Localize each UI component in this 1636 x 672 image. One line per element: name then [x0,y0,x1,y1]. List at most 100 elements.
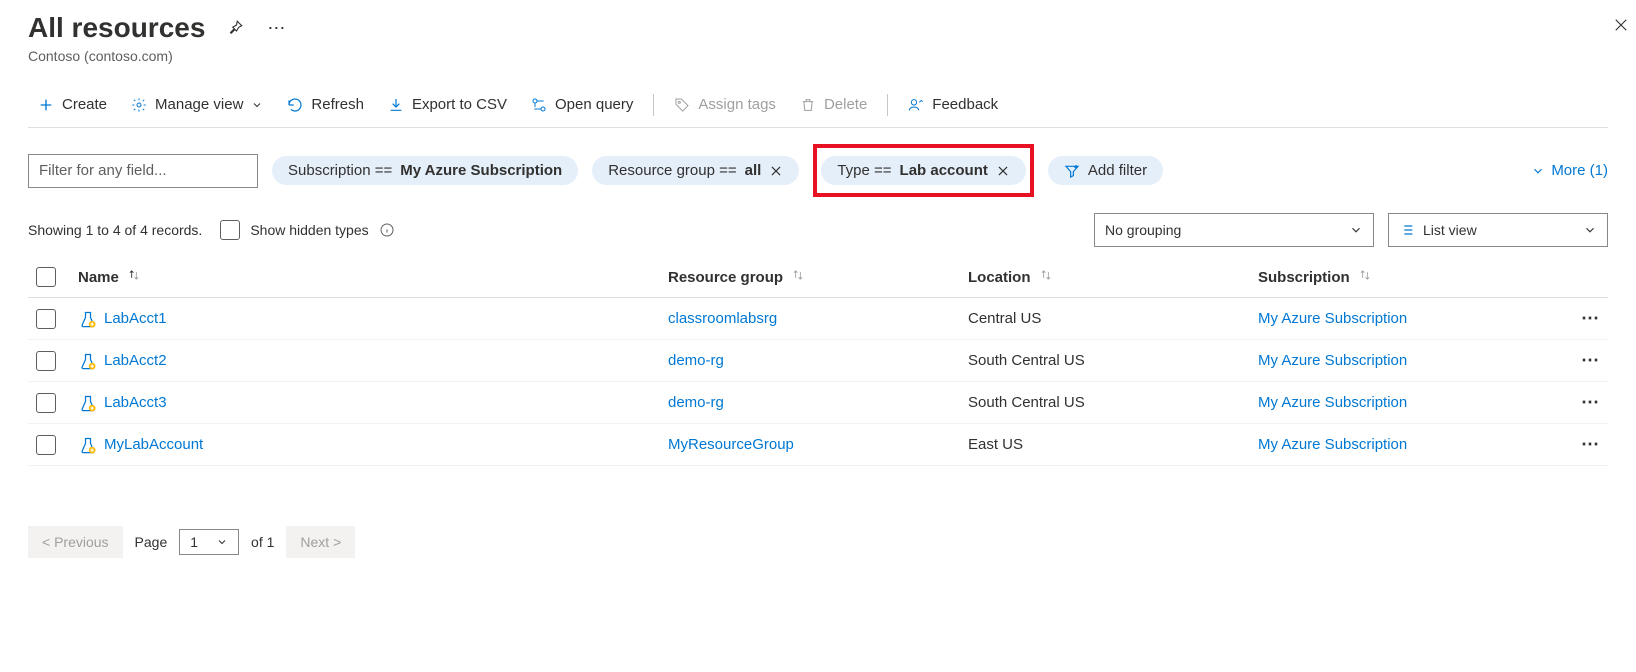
resource-name-link[interactable]: LabAcct1 [104,310,167,327]
grouping-dropdown[interactable]: No grouping [1094,213,1374,247]
column-rg-label: Resource group [668,269,783,286]
lab-account-icon [78,394,96,412]
prev-page-button: < Previous [28,526,123,558]
remove-filter-icon[interactable] [769,164,783,178]
location-value: South Central US [968,394,1085,411]
row-more-icon[interactable]: ⋯ [1581,434,1600,454]
close-icon[interactable] [1612,16,1630,34]
row-more-icon[interactable]: ⋯ [1581,350,1600,370]
page-dropdown[interactable]: 1 [179,529,239,555]
create-button[interactable]: Create [28,90,117,119]
refresh-label: Refresh [311,96,364,113]
add-filter-label: Add filter [1088,162,1147,179]
manage-view-label: Manage view [155,96,243,113]
column-name-label: Name [78,269,119,286]
resource-name-link[interactable]: MyLabAccount [104,436,203,453]
toolbar-separator [887,94,888,116]
export-csv-button[interactable]: Export to CSV [378,90,517,119]
select-all-checkbox[interactable] [36,267,56,287]
row-checkbox[interactable] [36,435,56,455]
next-page-button: Next > [286,526,355,558]
export-csv-label: Export to CSV [412,96,507,113]
column-sub-label: Subscription [1258,269,1350,286]
open-query-label: Open query [555,96,633,113]
view-value: List view [1423,222,1477,238]
resources-table: Name Resource group Location Subscriptio… [28,257,1608,466]
feedback-button[interactable]: Feedback [898,90,1008,119]
page-of: of 1 [251,534,274,550]
remove-filter-icon[interactable] [996,164,1010,178]
column-location[interactable]: Location [960,257,1250,298]
sort-icon [791,268,805,282]
status-row: Showing 1 to 4 of 4 records. Show hidden… [28,213,1608,247]
filter-type-label: Type == [837,162,891,179]
column-resource-group[interactable]: Resource group [660,257,960,298]
refresh-button[interactable]: Refresh [277,90,374,119]
download-icon [388,97,404,113]
pin-icon[interactable] [223,16,247,40]
subscription-link[interactable]: My Azure Subscription [1258,352,1407,369]
page-value: 1 [190,534,198,550]
view-dropdown[interactable]: List view [1388,213,1608,247]
filter-rg-value: all [745,162,762,179]
filter-input[interactable] [28,154,258,188]
subscription-link[interactable]: My Azure Subscription [1258,394,1407,411]
manage-view-button[interactable]: Manage view [121,90,273,119]
resource-group-link[interactable]: demo-rg [668,394,724,411]
resource-name-link[interactable]: LabAcct3 [104,394,167,411]
column-name[interactable]: Name [70,257,660,298]
more-filters-link[interactable]: More (1) [1531,162,1608,179]
location-value: East US [968,436,1023,453]
filter-subscription-label: Subscription == [288,162,392,179]
location-value: Central US [968,310,1041,327]
sort-icon [1039,268,1053,282]
filter-type-value: Lab account [900,162,988,179]
subscription-link[interactable]: My Azure Subscription [1258,310,1407,327]
row-checkbox[interactable] [36,309,56,329]
filter-rg-label: Resource group == [608,162,736,179]
sort-icon [127,268,141,282]
location-value: South Central US [968,352,1085,369]
filter-pill-subscription[interactable]: Subscription == My Azure Subscription [272,156,578,185]
table-row: LabAcct1 classroomlabsrg Central US My A… [28,298,1608,340]
filter-pill-resource-group[interactable]: Resource group == all [592,156,799,185]
resource-group-link[interactable]: MyResourceGroup [668,436,794,453]
lab-account-icon [78,352,96,370]
row-checkbox[interactable] [36,351,56,371]
toolbar-separator [653,94,654,116]
more-filters-label: More (1) [1551,162,1608,179]
row-more-icon[interactable]: ⋯ [1581,308,1600,328]
trash-icon [800,97,816,113]
column-subscription[interactable]: Subscription [1250,257,1548,298]
row-checkbox[interactable] [36,393,56,413]
plus-icon [38,97,54,113]
chevron-down-icon [251,99,263,111]
filter-subscription-value: My Azure Subscription [400,162,562,179]
resource-name-link[interactable]: LabAcct2 [104,352,167,369]
resource-group-link[interactable]: demo-rg [668,352,724,369]
filter-row: Subscription == My Azure Subscription Re… [28,144,1608,197]
feedback-icon [908,97,924,113]
gear-icon [131,97,147,113]
subscription-link[interactable]: My Azure Subscription [1258,436,1407,453]
query-icon [531,97,547,113]
show-hidden-label: Show hidden types [250,222,368,238]
refresh-icon [287,97,303,113]
more-icon[interactable]: ⋯ [265,16,289,40]
lab-account-icon [78,436,96,454]
show-hidden-checkbox[interactable] [220,220,240,240]
column-loc-label: Location [968,269,1031,286]
filter-pill-type[interactable]: Type == Lab account [821,156,1026,185]
delete-label: Delete [824,96,867,113]
open-query-button[interactable]: Open query [521,90,643,119]
add-filter-button[interactable]: Add filter [1048,156,1163,185]
delete-button: Delete [790,90,877,119]
assign-tags-label: Assign tags [698,96,776,113]
info-icon[interactable] [379,222,395,238]
row-more-icon[interactable]: ⋯ [1581,392,1600,412]
tag-icon [674,97,690,113]
resource-group-link[interactable]: classroomlabsrg [668,310,777,327]
feedback-label: Feedback [932,96,998,113]
pager: < Previous Page 1 of 1 Next > [28,526,1608,558]
grouping-value: No grouping [1105,222,1181,238]
